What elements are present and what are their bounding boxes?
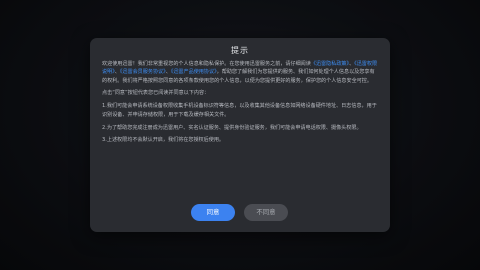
default-off-paragraph: 3.上述权限均不会默认开启，我们将在您授权后使用。 bbox=[102, 137, 225, 144]
device-permission-paragraph: 1.我们可能会申请系统设备权限收集手机设备标识符等信息，以及收集其他设备信息如网… bbox=[102, 103, 377, 118]
agree-button[interactable]: 同意 bbox=[191, 204, 235, 221]
phone-permission-paragraph: 2.为了帮助您完成注册成为迅雷用户、实名认证服务、提供身份验证服务，我们可能会申… bbox=[102, 124, 362, 131]
dialog-title: 提示 bbox=[231, 46, 249, 55]
dialog-body[interactable]: 欢迎使用迅雷！我们非常重视您的个人信息和隐私保护。在您使用迅雷服务之前，请仔细阅… bbox=[102, 60, 378, 202]
app-screen: 提示 欢迎使用迅雷！我们非常重视您的个人信息和隐私保护。在您使用迅雷服务之前，请… bbox=[0, 0, 480, 270]
privacy-dialog: 提示 欢迎使用迅雷！我们非常重视您的个人信息和隐私保护。在您使用迅雷服务之前，请… bbox=[90, 38, 390, 232]
policy-link[interactable]: 《迅雷产品使用协议》 bbox=[171, 69, 217, 75]
intro-text: 欢迎使用迅雷！我们非常重视您的个人信息和隐私保护。在您使用迅雷服务之前，请仔细阅… bbox=[102, 61, 311, 67]
disagree-button[interactable]: 不同意 bbox=[244, 204, 288, 221]
intro-paragraph: 欢迎使用迅雷！我们非常重视您的个人信息和隐私保护。在您使用迅雷服务之前，请仔细阅… bbox=[102, 60, 378, 85]
scroll-fade bbox=[90, 188, 390, 204]
policy-link[interactable]: 《迅雷隐私政策》 bbox=[311, 61, 349, 67]
consent-paragraph: 点击“同意”按钮代表您已阅读并同意以下内容： bbox=[102, 90, 210, 97]
policy-link[interactable]: 《迅雷会员服务协议》 bbox=[120, 69, 166, 75]
